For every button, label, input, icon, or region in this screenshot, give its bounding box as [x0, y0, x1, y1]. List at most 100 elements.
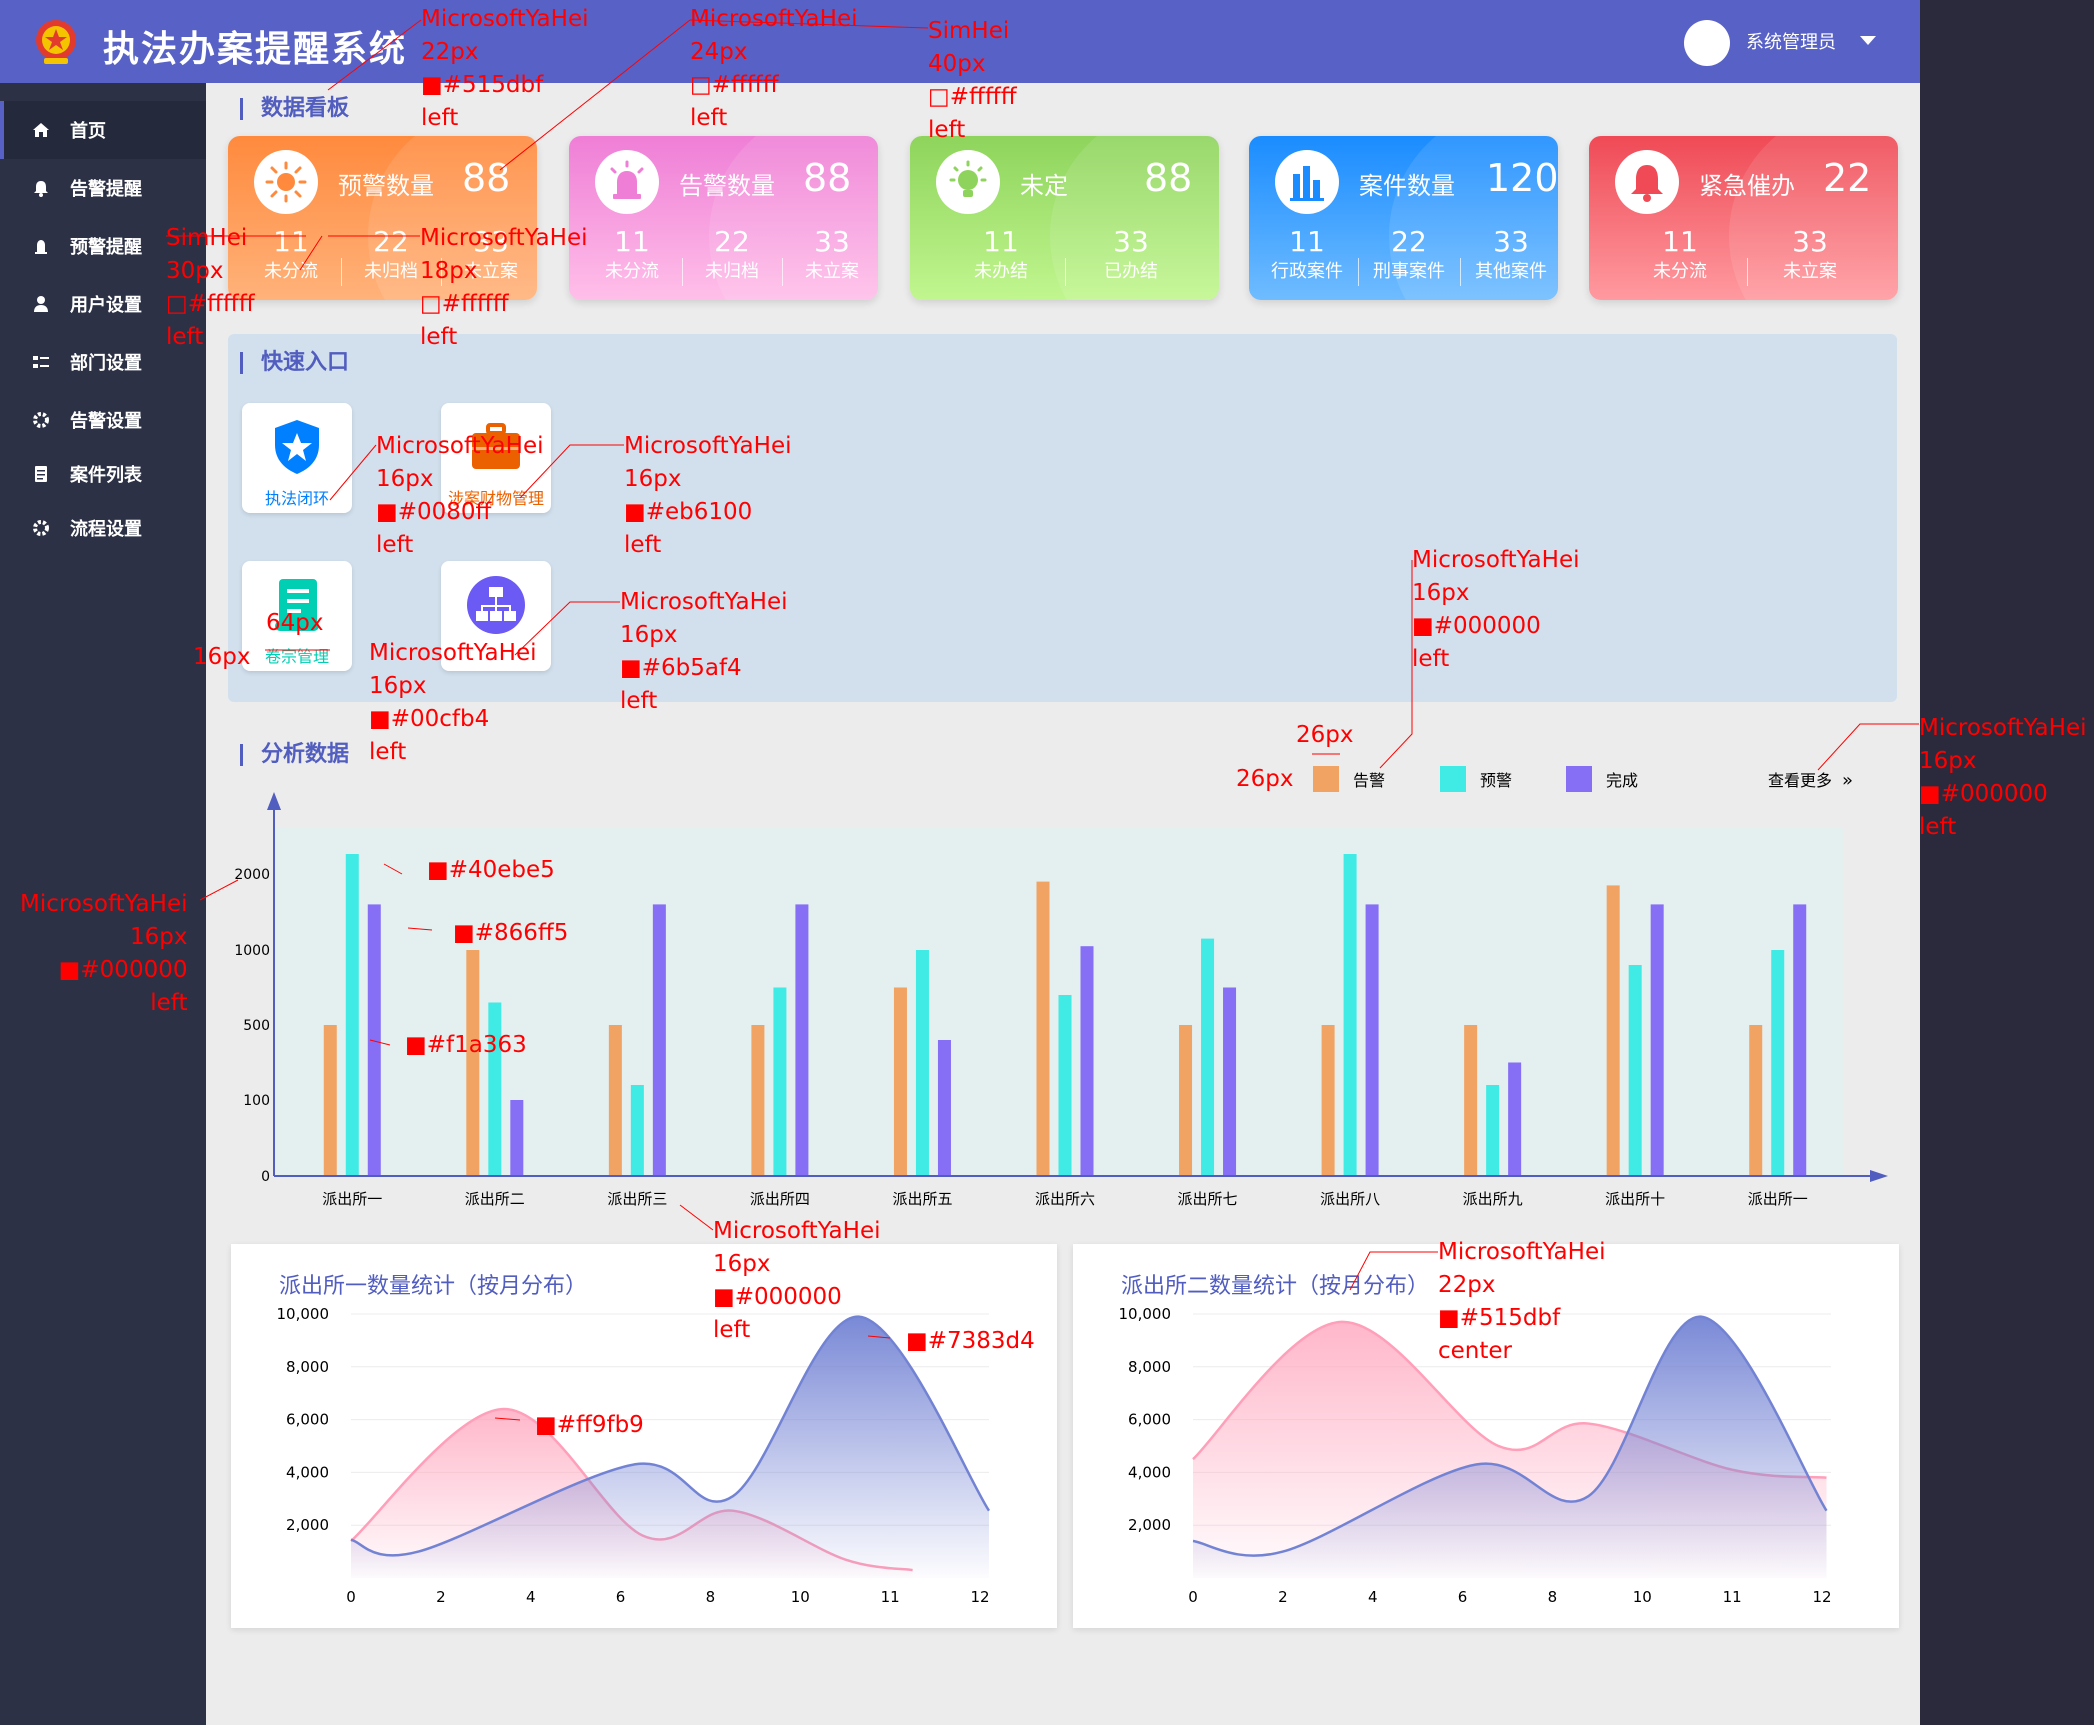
- sidebar-item-home[interactable]: 首页: [0, 101, 206, 159]
- spec-annotation: MicrosoftYaHei 16px ■#000000 left: [1919, 715, 2087, 840]
- bar-0-2[interactable]: [608, 1025, 622, 1176]
- bar-0-4[interactable]: [893, 987, 907, 1177]
- sidebar-item-label: 流程设置: [70, 519, 142, 540]
- bar-0-0[interactable]: [323, 1025, 337, 1176]
- card-sub-stat: 11 行政案件: [1271, 225, 1343, 282]
- bar-1-10[interactable]: [1771, 950, 1785, 1176]
- bar-chart: 0 100 500 1000 2000 派出所一 派出所二 派出所三 派出所四 派出所五 派出所六 派…: [234, 792, 1888, 1208]
- spec-annotation: MicrosoftYaHei 16px ■#0080ff left: [376, 433, 544, 558]
- card-value: 22: [1823, 156, 1872, 200]
- bar-2-1[interactable]: [510, 1100, 524, 1176]
- bar-2-10[interactable]: [1793, 904, 1807, 1176]
- area-chart: 2,000 4,000 6,000 8,000 10,000 0 2 4 6 8 10 11 12: [277, 1305, 991, 1606]
- section-title-quick: 快速入口: [240, 352, 349, 374]
- card-value: 88: [1144, 156, 1193, 200]
- x-tick-label: 派出所二: [465, 1190, 525, 1208]
- bell-icon: [30, 177, 52, 199]
- gear-icon: [30, 517, 52, 539]
- bar-0-1[interactable]: [466, 950, 480, 1176]
- spec-annotation: ■#7383d4: [906, 1328, 1035, 1354]
- bulb-icon: [949, 160, 987, 197]
- x-tick-label: 派出所六: [1035, 1190, 1095, 1208]
- sidebar-item-workflow[interactable]: 流程设置: [0, 499, 206, 557]
- x-tick-label: 派出所一: [322, 1190, 382, 1208]
- spec-annotation: MicrosoftYaHei 16px ■#eb6100 left: [624, 433, 792, 558]
- siren-icon: [610, 160, 644, 199]
- stat-card-pending[interactable]: 未定 88 11 未办结 33 已办结: [910, 136, 1219, 300]
- card-label: 告警数量: [679, 172, 775, 200]
- y-tick-label: 4,000: [286, 1463, 329, 1481]
- bar-1-4[interactable]: [915, 950, 929, 1176]
- chevron-down-icon[interactable]: [1860, 36, 1876, 45]
- user-icon: [30, 293, 52, 315]
- bar-2-6[interactable]: [1223, 987, 1237, 1177]
- x-tick-label: 派出所七: [1178, 1190, 1238, 1208]
- sidebar-item-alerts[interactable]: 告警提醒: [0, 159, 206, 217]
- y-tick-label: 100: [243, 1093, 270, 1109]
- bar-0-8[interactable]: [1464, 1025, 1478, 1176]
- bar-0-3[interactable]: [751, 1025, 765, 1176]
- bar-1-9[interactable]: [1628, 965, 1642, 1176]
- police-badge-icon: [275, 420, 319, 474]
- spec-annotation: MicrosoftYaHei 16px ■#000000 left: [20, 891, 188, 1016]
- x-tick-label: 0: [346, 1588, 356, 1606]
- stat-card-alerts[interactable]: 告警数量 88 11 未分流 22 未归档 33 未立案: [569, 136, 878, 300]
- y-axis-arrow: [267, 792, 281, 810]
- x-tick-label: 2: [436, 1588, 446, 1606]
- card-label: 未定: [1020, 172, 1068, 200]
- bar-0-10[interactable]: [1749, 1025, 1763, 1176]
- y-tick-label: 2,000: [286, 1516, 329, 1534]
- bar-2-4[interactable]: [937, 1040, 951, 1176]
- bar-1-3[interactable]: [773, 987, 787, 1177]
- sidebar-item-label: 部门设置: [70, 353, 142, 374]
- bar-1-5[interactable]: [1058, 995, 1072, 1176]
- sidebar-item-alert-settings[interactable]: 告警设置: [0, 391, 206, 449]
- spec-annotation: 16px: [193, 644, 251, 670]
- bar-2-2[interactable]: [652, 904, 666, 1176]
- card-sub-stat: 33 其他案件: [1475, 225, 1547, 282]
- bar-1-7[interactable]: [1343, 854, 1357, 1176]
- bar-1-6[interactable]: [1201, 938, 1215, 1176]
- bar-2-9[interactable]: [1650, 904, 1664, 1176]
- bar-2-0[interactable]: [367, 904, 381, 1176]
- sidebar-item-cases[interactable]: 案件列表: [0, 445, 206, 503]
- bar-2-5[interactable]: [1080, 946, 1094, 1176]
- bar-0-6[interactable]: [1179, 1025, 1193, 1176]
- y-tick-label: 500: [243, 1018, 270, 1034]
- spec-annotation: SimHei 30px □#ffffff left: [166, 225, 255, 350]
- bar-1-8[interactable]: [1486, 1085, 1500, 1176]
- x-tick-label: 派出所四: [750, 1190, 810, 1208]
- bar-1-0[interactable]: [345, 854, 359, 1176]
- bar-0-7[interactable]: [1321, 1025, 1335, 1176]
- bar-2-8[interactable]: [1508, 1062, 1522, 1177]
- quick-entry-label: 卷宗管理: [264, 647, 329, 666]
- quick-entry-law-loop[interactable]: 执法闭环: [242, 403, 352, 513]
- bar-1-2[interactable]: [630, 1085, 644, 1176]
- x-tick-label: 10: [1633, 1588, 1652, 1606]
- spec-annotation: MicrosoftYaHei 18px □#ffffff left: [420, 225, 588, 350]
- y-tick-label: 10,000: [277, 1305, 330, 1323]
- bar-chart-icon: [1290, 166, 1324, 201]
- bar-0-5[interactable]: [1036, 881, 1050, 1176]
- card-sub-stat: 11 未办结: [974, 225, 1028, 282]
- spec-annotation: 64px: [266, 610, 324, 636]
- card-value: 120: [1486, 156, 1558, 200]
- quick-entry-label: 执法闭环: [264, 489, 329, 508]
- spec-annotation: ■#f1a363: [405, 1032, 527, 1058]
- stat-card-cases[interactable]: 案件数量 120 11 行政案件 22 刑事案件 33 其他案件: [1249, 136, 1558, 300]
- card-sub-stat: 22 未归档: [705, 225, 759, 282]
- card-sub-stat: 22 刑事案件: [1373, 225, 1445, 282]
- user-name[interactable]: 系统管理员: [1746, 28, 1836, 54]
- stat-card-urgent[interactable]: 紧急催办 22 11 未分流 33 未立案: [1589, 136, 1898, 300]
- home-icon: [30, 119, 52, 141]
- avatar[interactable]: [1684, 20, 1730, 66]
- x-tick-label: 派出所九: [1463, 1190, 1523, 1208]
- bar-0-9[interactable]: [1606, 885, 1620, 1176]
- x-tick-label: 派出所八: [1320, 1190, 1380, 1208]
- bar-2-3[interactable]: [795, 904, 809, 1176]
- x-tick-label: 2: [1278, 1588, 1288, 1606]
- bar-2-7[interactable]: [1365, 904, 1379, 1176]
- y-tick-label: 8,000: [1128, 1358, 1171, 1376]
- x-tick-label: 12: [970, 1588, 989, 1606]
- y-tick-label: 8,000: [286, 1358, 329, 1376]
